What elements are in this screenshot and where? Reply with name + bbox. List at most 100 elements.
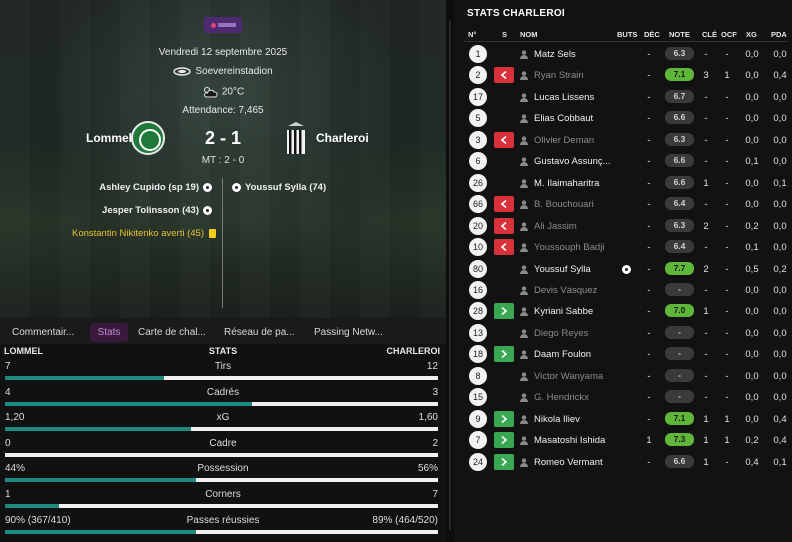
player-row[interactable]: 18 Daam Foulon - - - -0,0 0,0 <box>454 344 792 365</box>
match-overview-panel: Vendredi 12 septembre 2025 Soevereinstad… <box>0 0 446 542</box>
player-name[interactable]: Kyriani Sabbe <box>534 306 593 317</box>
dec-value: - <box>647 263 651 275</box>
xg-value: 0,0 <box>745 349 759 361</box>
player-name[interactable]: Devis Vásquez <box>534 285 597 296</box>
halftime-score: MT : 2 - 0 <box>201 155 245 166</box>
player-row[interactable]: 16 Devis Vásquez - - - -0,0 0,0 <box>454 280 792 301</box>
player-row[interactable]: 8 Victor Wanyama - - - -0,0 0,0 <box>454 366 792 387</box>
player-name[interactable]: Ali Jassim <box>534 221 577 232</box>
player-name[interactable]: Masatoshi Ishida <box>534 435 605 446</box>
home-goal-event: Jesper Tolinsson (43) <box>102 205 216 216</box>
col-pda[interactable]: PDA <box>771 30 787 39</box>
key-passes-value: 2 <box>703 220 709 232</box>
attendance: Attendance: 7,465 <box>182 105 264 116</box>
player-name[interactable]: G. Hendrickx <box>534 392 589 403</box>
player-name[interactable]: Gustavo Assunç... <box>534 156 611 167</box>
xg-value: 0,0 <box>745 177 759 189</box>
panel-scrollbar[interactable] <box>446 0 454 542</box>
player-name[interactable]: Olivier Deman <box>534 135 594 146</box>
stat-rows: 7 Tirs 12 4 Cadrés 3 1,20 xG 1,60 0 Cadre 2 44% Posse… <box>0 359 446 538</box>
ocf-value: 1 <box>724 435 730 447</box>
player-row[interactable]: 6 Gustavo Assunç... -6.6- -0,1 0,0 <box>454 151 792 172</box>
col-rating[interactable]: NOTE <box>669 30 690 39</box>
dec-value: - <box>647 199 651 211</box>
col-dec[interactable]: DÉC <box>644 30 660 39</box>
player-row[interactable]: 9 Nikola Iliev - 7.1 1 1 0,0 0,4 <box>454 409 792 430</box>
player-name[interactable]: Lucas Lissens <box>534 92 594 103</box>
competition-logo <box>204 17 242 33</box>
shirt-number: 10 <box>469 238 487 257</box>
dec-value: 1 <box>646 435 652 447</box>
xg-value: 0,2 <box>745 220 759 232</box>
player-row[interactable]: 10 Youssouph Badji -6.4- -0,1 0,0 <box>454 237 792 258</box>
col-ocf[interactable]: OCF <box>721 30 737 39</box>
xg-value: 0,0 <box>745 370 759 382</box>
dec-value: - <box>647 284 651 296</box>
col-name[interactable]: NOM <box>520 30 538 39</box>
col-goals[interactable]: BUTS <box>617 30 637 39</box>
goal-ball-icon <box>203 183 212 192</box>
team-stats-list: LOMMEL STATS CHARLEROI 7 Tirs 12 4 Cadrés 3 1,… <box>0 344 446 542</box>
goal-ball-icon <box>232 183 241 192</box>
player-row[interactable]: 7 Masatoshi Ishida 1 7.3 1 1 0,2 0,4 <box>454 430 792 451</box>
player-row[interactable]: 2 Ryan Strain - 7.1 3 1 0,0 0,4 <box>454 65 792 86</box>
player-row[interactable]: 15 G. Hendrickx - - - -0,0 0,0 <box>454 387 792 408</box>
player-row[interactable]: 13 Diego Reyes - - - -0,0 0,0 <box>454 323 792 344</box>
stat-label: Tirs <box>214 361 232 372</box>
xg-value: 0,0 <box>745 70 759 82</box>
player-row[interactable]: 28 Kyriani Sabbe - 7.0 1 - 0,0 0,0 <box>454 301 792 322</box>
dec-value: - <box>647 134 651 146</box>
col-num[interactable]: N° <box>468 30 476 39</box>
player-avatar-icon <box>520 415 528 424</box>
dec-value: - <box>647 91 651 103</box>
tab-stats[interactable]: Stats <box>90 322 128 342</box>
col-xg[interactable]: XG <box>746 30 757 39</box>
player-name[interactable]: Daam Foulon <box>534 349 591 360</box>
player-row[interactable]: 24 Romeo Vermant - 6.6 1 - 0,4 0,1 <box>454 452 792 473</box>
col-key-passes[interactable]: CLÉ <box>702 30 717 39</box>
col-sub[interactable]: S <box>502 30 507 39</box>
stat-row: 44% Possession 56% <box>0 461 446 487</box>
player-name[interactable]: Victor Wanyama <box>534 371 603 382</box>
home-goal-event: Ashley Cupido (sp 19) <box>99 182 216 193</box>
player-row[interactable]: 3 Olivier Deman -6.3- -0,0 0,0 <box>454 130 792 151</box>
player-row[interactable]: 20 Ali Jassim - 6.3 2 - 0,2 0,0 <box>454 216 792 237</box>
player-row[interactable]: 66 B. Bouchouari -6.4- -0,0 0,0 <box>454 194 792 215</box>
player-name[interactable]: Youssouph Badji <box>534 242 604 253</box>
away-team-name[interactable]: Charleroi <box>316 131 369 145</box>
player-row[interactable]: 1 Matz Sels -6.3- -0,0 0,0 <box>454 44 792 65</box>
player-name[interactable]: Matz Sels <box>534 49 576 60</box>
dec-value: - <box>647 177 651 189</box>
player-name[interactable]: Diego Reyes <box>534 328 588 339</box>
key-passes-value: - <box>704 156 708 168</box>
tab-passing-network[interactable]: Passing Netw... <box>308 323 398 342</box>
player-row[interactable]: 5 Elias Cobbaut -6.6- -0,0 0,0 <box>454 108 792 129</box>
stat-comparison-bar <box>5 427 438 432</box>
xg-value: 0,4 <box>745 456 759 468</box>
player-row[interactable]: 17 Lucas Lissens -6.7- -0,0 0,0 <box>454 87 792 108</box>
stadium-icon <box>173 67 192 76</box>
player-name[interactable]: M. Ilaimaharitra <box>534 178 599 189</box>
stat-home-share <box>5 401 253 406</box>
player-name[interactable]: Romeo Vermant <box>534 457 603 468</box>
tab-pass-network[interactable]: Réseau de pa... <box>218 323 304 342</box>
player-row[interactable]: 80 Youssuf Sylla - 7.7 2 - 0,5 0,2 <box>454 259 792 280</box>
away-team-crest[interactable] <box>285 121 307 155</box>
stat-home-share <box>5 529 197 534</box>
pda-value: 0,0 <box>773 284 787 296</box>
player-row[interactable]: 26 M. Ilaimaharitra - 6.6 1 - 0,0 0,1 <box>454 173 792 194</box>
player-name[interactable]: Ryan Strain <box>534 70 584 81</box>
ocf-value: - <box>725 220 729 232</box>
player-name[interactable]: B. Bouchouari <box>534 199 594 210</box>
player-name[interactable]: Youssuf Sylla <box>534 264 591 275</box>
match-tabs: Commentair... Stats Carte de chal... Rés… <box>0 320 446 344</box>
stat-home-share <box>5 478 196 483</box>
tab-heatmap[interactable]: Carte de chal... <box>132 323 214 342</box>
player-avatar-icon <box>520 114 528 124</box>
ocf-value: 1 <box>724 413 730 425</box>
tab-commentary[interactable]: Commentair... <box>6 323 86 342</box>
rating-badge: 6.6 <box>665 454 694 468</box>
player-name[interactable]: Nikola Iliev <box>534 414 580 425</box>
player-name[interactable]: Elias Cobbaut <box>534 113 593 124</box>
stats-header: LOMMEL STATS CHARLEROI <box>0 344 446 359</box>
